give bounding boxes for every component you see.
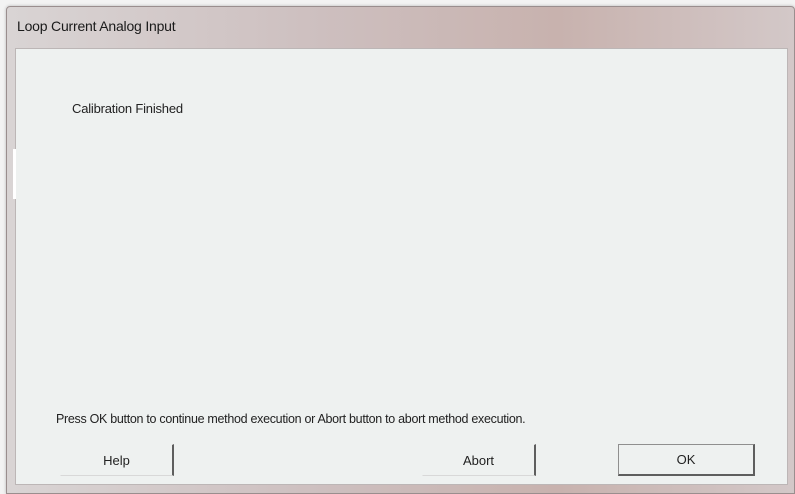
dialog-content: Calibration Finished Press OK button to … <box>13 48 788 485</box>
instruction-message: Press OK button to continue method execu… <box>56 412 526 426</box>
focus-marker <box>13 149 16 199</box>
dialog-window: Loop Current Analog Input Calibration Fi… <box>6 6 795 494</box>
ok-button[interactable]: OK <box>618 444 755 476</box>
abort-button[interactable]: Abort <box>422 444 536 476</box>
help-button[interactable]: Help <box>60 444 174 476</box>
status-message: Calibration Finished <box>72 101 183 116</box>
window-title: Loop Current Analog Input <box>17 18 176 34</box>
title-bar[interactable]: Loop Current Analog Input <box>7 7 794 49</box>
